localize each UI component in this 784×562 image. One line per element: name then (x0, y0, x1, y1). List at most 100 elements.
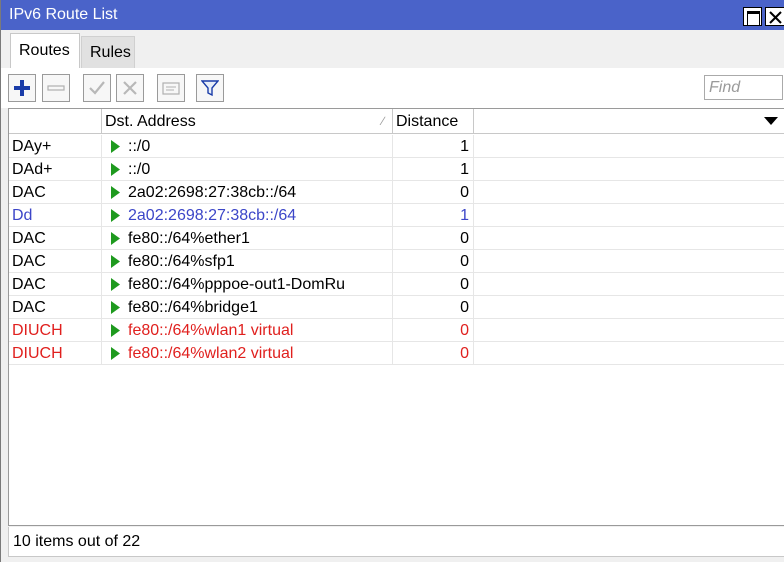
dst-address-cell: ::/0 (102, 158, 393, 181)
check-icon (89, 81, 105, 95)
remove-button[interactable] (42, 74, 70, 102)
active-arrow-icon (111, 163, 120, 176)
empty-cell (474, 227, 784, 250)
distance-cell: 1 (393, 158, 474, 181)
distance-cell: 0 (393, 273, 474, 296)
dst-address-text: 2a02:2698:27:38cb::/64 (128, 207, 297, 224)
close-icon (769, 11, 782, 24)
enable-button[interactable] (83, 74, 111, 102)
table-row[interactable]: DAy+::/0 1 (9, 135, 784, 158)
table-row[interactable]: DAC fe80::/64%bridge1 0 (9, 296, 784, 319)
dst-address-cell: fe80::/64%bridge1 (102, 296, 393, 319)
column-header-distance[interactable]: Distance (393, 109, 474, 134)
table-row[interactable]: DAC fe80::/64%ether1 0 (9, 227, 784, 250)
empty-cell (474, 135, 784, 158)
tab-rules[interactable]: Rules (81, 36, 135, 68)
active-arrow-icon (111, 324, 120, 337)
dst-address-text: fe80::/64%pppoe-out1-DomRu (128, 276, 346, 293)
toolbar (1, 68, 784, 108)
distance-cell: 1 (393, 135, 474, 158)
distance-cell: 0 (393, 296, 474, 319)
table-row[interactable]: Dd 2a02:2698:27:38cb::/64 1 (9, 204, 784, 227)
dst-address-cell: fe80::/64%wlan1 virtual (102, 319, 393, 342)
empty-cell (474, 296, 784, 319)
table-header: Dst. Address ∕ Distance (9, 109, 784, 134)
distance-cell: 0 (393, 319, 474, 342)
table-row[interactable]: DAC fe80::/64%pppoe-out1-DomRu 0 (9, 273, 784, 296)
dst-address-text: ::/0 (128, 161, 151, 178)
filter-icon (201, 80, 219, 97)
empty-cell (474, 204, 784, 227)
dst-address-text: fe80::/64%ether1 (128, 230, 250, 247)
cross-icon (123, 81, 137, 95)
table-row[interactable]: DAC 2a02:2698:27:38cb::/64 0 (9, 181, 784, 204)
active-arrow-icon (111, 186, 120, 199)
active-arrow-icon (111, 209, 120, 222)
dst-address-cell: fe80::/64%sfp1 (102, 250, 393, 273)
empty-cell (474, 319, 784, 342)
table-row[interactable]: DAd+::/0 1 (9, 158, 784, 181)
dst-address-cell: fe80::/64%ether1 (102, 227, 393, 250)
dst-address-text: ::/0 (128, 138, 151, 155)
dst-address-cell: 2a02:2698:27:38cb::/64 (102, 181, 393, 204)
empty-cell (474, 250, 784, 273)
active-arrow-icon (111, 255, 120, 268)
column-menu-icon[interactable] (764, 116, 778, 126)
comment-button[interactable] (157, 74, 185, 102)
flags-cell: DAC (9, 227, 102, 250)
distance-cell: 0 (393, 342, 474, 365)
empty-cell (474, 342, 784, 365)
comment-icon (162, 82, 180, 95)
add-button[interactable] (8, 74, 36, 102)
active-arrow-icon (111, 278, 120, 291)
flags-cell: DIUCH (9, 319, 102, 342)
table-row[interactable]: DIUCH fe80::/64%wlan2 virtual 0 (9, 342, 784, 365)
empty-cell (474, 158, 784, 181)
flags-cell: DAC (9, 296, 102, 319)
tab-bar: Routes Rules (1, 30, 784, 68)
find-input[interactable] (704, 75, 783, 100)
column-header-label: Dst. Address (105, 113, 196, 130)
dst-address-cell: 2a02:2698:27:38cb::/64 (102, 204, 393, 227)
column-header-dst-address[interactable]: Dst. Address ∕ (102, 109, 393, 134)
maximize-button[interactable] (743, 7, 762, 26)
active-arrow-icon (111, 140, 120, 153)
add-icon (14, 80, 30, 96)
tab-routes[interactable]: Routes (10, 33, 80, 68)
disable-button[interactable] (116, 74, 144, 102)
flags-cell: DIUCH (9, 342, 102, 365)
flags-cell: Dd (9, 204, 102, 227)
dst-address-text: fe80::/64%sfp1 (128, 253, 235, 270)
title-bar[interactable]: IPv6 Route List (1, 0, 784, 30)
flags-cell: DAC (9, 181, 102, 204)
empty-cell (474, 181, 784, 204)
dst-address-text: fe80::/64%bridge1 (128, 299, 258, 316)
dst-address-text: fe80::/64%wlan2 virtual (128, 345, 294, 362)
column-header-flags[interactable] (9, 109, 102, 134)
dst-address-cell: ::/0 (102, 135, 393, 158)
flags-cell: DAC (9, 273, 102, 296)
active-arrow-icon (111, 347, 120, 360)
window-title: IPv6 Route List (9, 6, 118, 23)
dst-address-cell: fe80::/64%pppoe-out1-DomRu (102, 273, 393, 296)
item-count: 10 items out of 22 (13, 533, 141, 550)
close-button[interactable] (765, 7, 784, 26)
dst-address-text: fe80::/64%wlan1 virtual (128, 322, 294, 339)
distance-cell: 1 (393, 204, 474, 227)
empty-cell (474, 273, 784, 296)
dst-address-cell: fe80::/64%wlan2 virtual (102, 342, 393, 365)
distance-cell: 0 (393, 250, 474, 273)
remove-icon (47, 85, 65, 91)
flags-cell: DAd+ (9, 158, 102, 181)
table-row[interactable]: DIUCH fe80::/64%wlan1 virtual 0 (9, 319, 784, 342)
status-bar: 10 items out of 22 (8, 527, 784, 557)
active-arrow-icon (111, 232, 120, 245)
route-list-window: IPv6 Route List Routes Rules Find Dst. A… (0, 0, 784, 562)
active-arrow-icon (111, 301, 120, 314)
distance-cell: 0 (393, 227, 474, 250)
dst-address-text: 2a02:2698:27:38cb::/64 (128, 184, 297, 201)
distance-cell: 0 (393, 181, 474, 204)
table-row[interactable]: DAC fe80::/64%sfp1 0 (9, 250, 784, 273)
filter-button[interactable] (196, 74, 224, 102)
flags-cell: DAy+ (9, 135, 102, 158)
